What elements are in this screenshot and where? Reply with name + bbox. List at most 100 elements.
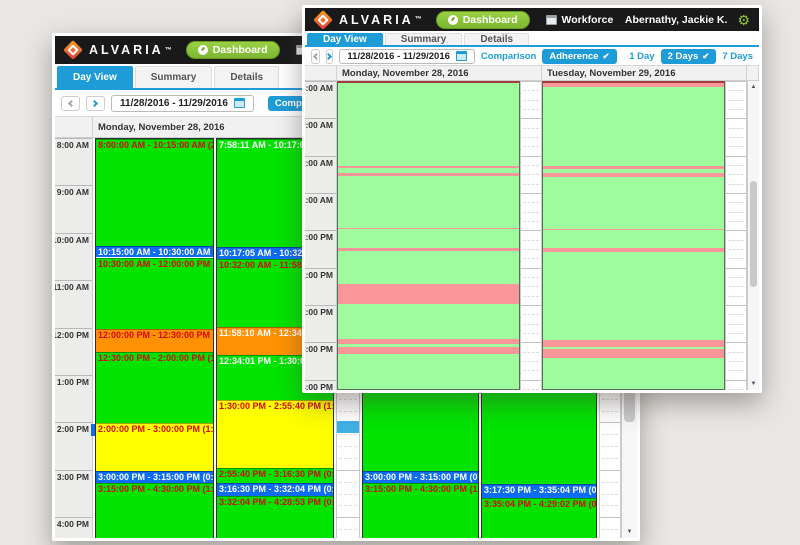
hour-line xyxy=(305,268,336,269)
grid-line xyxy=(728,286,744,287)
date-range-value: 11/28/2016 - 11/29/2016 xyxy=(347,51,450,62)
tab-summary[interactable]: Summary xyxy=(135,66,213,88)
hour-line xyxy=(55,375,92,376)
hour-line xyxy=(305,156,336,157)
grid-line xyxy=(602,505,618,506)
grid-line xyxy=(602,411,618,412)
tab-summary[interactable]: Summary xyxy=(385,33,463,45)
schedule-block-label: 10:30:00 AM - 12:00:00 PM (1:... xyxy=(96,259,213,270)
dashboard-button[interactable]: Dashboard xyxy=(436,11,530,29)
tab-day-view[interactable]: Day View xyxy=(57,66,133,88)
grid-line xyxy=(602,458,618,459)
chevron-left-icon xyxy=(68,99,75,106)
range-2-days[interactable]: 2 Days ✔ xyxy=(661,49,717,64)
schedule-block[interactable]: 3:00:00 PM - 3:15:00 PM (0:15... xyxy=(363,471,478,483)
grid-line xyxy=(726,118,746,119)
grid-line xyxy=(523,221,539,222)
grid-line xyxy=(523,128,539,129)
grid-line xyxy=(728,221,744,222)
tab-day-view[interactable]: Day View xyxy=(307,33,383,45)
schedule-block[interactable]: 3:35:04 PM - 4:29:02 PM (0:53... xyxy=(482,498,596,538)
scroll-up-arrow[interactable]: ▲ xyxy=(748,82,759,92)
scroll-down-arrow[interactable]: ▼ xyxy=(748,379,759,389)
schedule-block[interactable]: 1:30:00 PM - 2:55:40 PM (1:2... xyxy=(217,400,333,468)
date-range-value: 11/28/2016 - 11/29/2016 xyxy=(120,98,228,109)
prev-button[interactable] xyxy=(311,49,320,64)
adherence-column[interactable] xyxy=(337,81,520,390)
schedule-block[interactable]: 8:00:00 AM - 10:15:00 AM (2:1... xyxy=(96,139,213,246)
exception-marker[interactable] xyxy=(337,421,359,433)
schedule-block[interactable]: 3:32:04 PM - 4:28:53 PM (0:56... xyxy=(217,496,333,538)
grid-line xyxy=(523,174,539,175)
schedule-block[interactable]: 2:55:40 PM - 3:16:30 PM (0:20... xyxy=(217,468,333,484)
schedule-block-label: 3:15:00 PM - 4:30:00 PM (1:15... xyxy=(363,484,478,495)
dashboard-button[interactable]: Dashboard xyxy=(186,41,280,59)
schedule-block-label: 3:35:04 PM - 4:29:02 PM (0:53... xyxy=(482,499,596,510)
schedule-block[interactable]: 3:17:30 PM - 3:35:04 PM (0:17... xyxy=(482,484,596,498)
vertical-scrollbar[interactable]: ▲▼ xyxy=(747,81,759,390)
grid-line xyxy=(728,202,744,203)
prev-button[interactable] xyxy=(61,96,80,111)
grid-line xyxy=(337,470,359,471)
hour-line xyxy=(55,470,92,471)
grid-line xyxy=(728,165,744,166)
user-menu[interactable]: Abernathy, Jackie K. xyxy=(625,14,728,26)
next-button[interactable] xyxy=(86,96,105,111)
schedule-block-label: 3:17:30 PM - 3:35:04 PM (0:17... xyxy=(482,485,596,496)
grid-line xyxy=(523,240,539,241)
scroll-down-arrow[interactable]: ▼ xyxy=(622,527,637,537)
hour-line xyxy=(305,230,336,231)
hour-line xyxy=(305,81,336,82)
time-label: 1:00 PM xyxy=(305,270,333,280)
schedule-block[interactable]: 3:00:00 PM - 3:15:00 PM (0:15... xyxy=(96,471,213,483)
grid-line xyxy=(523,137,539,138)
scrollbar-thumb[interactable] xyxy=(750,181,757,287)
date-range-field[interactable]: 11/28/2016 - 11/29/2016 xyxy=(111,95,254,112)
grid-line xyxy=(521,156,541,157)
grid-line xyxy=(521,193,541,194)
dashboard-label: Dashboard xyxy=(213,44,268,56)
schedule-block[interactable]: 3:15:00 PM - 4:30:00 PM (1:15... xyxy=(363,483,478,538)
check-icon: ✔ xyxy=(702,52,709,61)
adherence-toggle[interactable]: Adherence ✔ xyxy=(542,49,616,64)
grid-line xyxy=(521,118,541,119)
grid-line xyxy=(523,202,539,203)
schedule-block[interactable]: 3:16:30 PM - 3:32:04 PM (0:15... xyxy=(217,483,333,496)
grid-line xyxy=(602,529,618,530)
grid-line xyxy=(339,446,357,447)
schedule-block[interactable]: 2:00:00 PM - 3:00:00 PM (1:00... xyxy=(96,423,213,470)
grid-line xyxy=(728,90,744,91)
adherence-deviation-stripe xyxy=(338,173,519,177)
grid-line xyxy=(339,434,357,435)
grid-line xyxy=(523,249,539,250)
range-7-days[interactable]: 7 Days xyxy=(722,51,753,62)
gear-icon[interactable]: ⚙ xyxy=(737,13,750,27)
schedule-block[interactable]: 10:30:00 AM - 12:00:00 PM (1:... xyxy=(96,258,213,329)
grid-line xyxy=(728,174,744,175)
schedule-block[interactable]: 12:00:00 PM - 12:30:00 PM (0:... xyxy=(96,329,213,353)
grid-line xyxy=(339,458,357,459)
hour-line xyxy=(305,193,336,194)
comparison-toggle[interactable]: Comparison xyxy=(481,51,536,62)
schedule-block[interactable]: 12:30:00 PM - 2:00:00 PM (1:3... xyxy=(96,352,213,423)
calendar-icon xyxy=(456,51,467,61)
schedule-block[interactable]: 3:15:00 PM - 4:30:00 PM (1:15... xyxy=(96,483,213,538)
hour-line xyxy=(55,233,92,234)
date-range-field[interactable]: 11/28/2016 - 11/29/2016 xyxy=(339,49,475,64)
grid-line xyxy=(339,482,357,483)
adherence-deviation-stripe xyxy=(543,229,724,231)
time-label: 10:00 AM xyxy=(305,158,333,168)
grid-line xyxy=(523,314,539,315)
schedule-block[interactable]: 10:15:00 AM - 10:30:00 AM (0:... xyxy=(96,246,213,258)
grid-line xyxy=(728,277,744,278)
grid-line xyxy=(521,81,541,82)
range-1-day[interactable]: 1 Day xyxy=(629,51,654,62)
workforce-nav-item[interactable]: Workforce xyxy=(546,14,614,26)
brand-name: ALVARIA xyxy=(339,13,414,27)
hour-line xyxy=(305,118,336,119)
adherence-column[interactable] xyxy=(542,81,725,390)
tab-details[interactable]: Details xyxy=(214,66,279,88)
tab-details[interactable]: Details xyxy=(464,33,529,45)
grid-line xyxy=(728,100,744,101)
next-button[interactable] xyxy=(326,49,333,64)
